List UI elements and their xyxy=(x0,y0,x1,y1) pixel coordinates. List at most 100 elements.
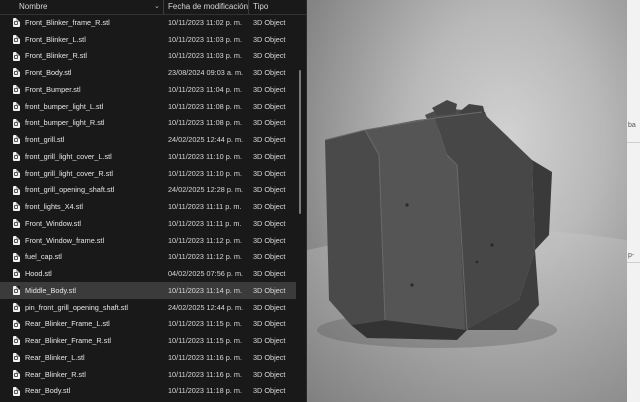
background-window-text: ba xyxy=(628,122,636,129)
file-name: front_bumper_light_R.stl xyxy=(25,118,105,128)
model-preview-pane[interactable] xyxy=(307,0,627,402)
file-modified-date: 10/11/2023 11:08 p. m. xyxy=(168,101,242,111)
file-type: 3D Object xyxy=(253,352,286,362)
file-3d-icon xyxy=(13,152,20,161)
file-name: Middle_Body.stl xyxy=(25,285,76,295)
file-type: 3D Object xyxy=(253,118,286,128)
file-name: Front_Blinker_frame_R.stl xyxy=(25,17,110,27)
file-row[interactable]: Rear_Body.stl 10/11/2023 11:18 p. m. 3D Ob… xyxy=(0,383,296,400)
file-3d-icon xyxy=(13,336,20,346)
file-row[interactable]: Front_Window_frame.stl 10/11/2023 11:12 p… xyxy=(0,232,296,249)
file-list: Front_Blinker_frame_R.stl 10/11/2023 11:0… xyxy=(0,14,296,399)
file-row[interactable]: Front_Blinker_R.stl 10/11/2023 11:03 p. m… xyxy=(0,48,296,65)
file-3d-icon xyxy=(13,252,20,262)
file-3d-icon xyxy=(13,68,20,78)
file-row[interactable]: front_grill_light_cover_L.stl 10/11/2023 … xyxy=(0,148,296,165)
background-window-text: p- xyxy=(628,252,635,259)
file-modified-date: 24/02/2025 12:44 p. m. xyxy=(168,135,244,145)
file-modified-date: 10/11/2023 11:04 p. m. xyxy=(168,84,242,94)
file-name: fuel_cap.stl xyxy=(25,252,62,262)
file-type: 3D Object xyxy=(253,51,286,61)
column-name-header[interactable]: Nombre xyxy=(19,2,159,14)
file-row[interactable]: Front_Bumper.stl 10/11/2023 11:04 p. m. 3D… xyxy=(0,81,296,98)
file-3d-icon xyxy=(13,319,20,329)
file-name: Front_Window.stl xyxy=(25,218,81,228)
chevron-down-icon[interactable]: ⌄ xyxy=(154,2,160,10)
file-type: 3D Object xyxy=(253,68,286,78)
file-type: 3D Object xyxy=(253,34,286,44)
file-type: 3D Object xyxy=(253,168,286,178)
file-modified-date: 10/11/2023 11:15 p. m. xyxy=(168,319,242,329)
file-row[interactable]: Rear_Blinker_Frame_R.stl 10/11/2023 11:15… xyxy=(0,332,296,349)
file-row[interactable]: front_lights_X4.stl 10/11/2023 11:11 p. m… xyxy=(0,198,296,215)
file-3d-icon xyxy=(13,219,20,228)
file-type: 3D Object xyxy=(253,386,286,396)
background-window-strip xyxy=(627,0,640,402)
file-row[interactable]: Hood.stl 04/02/2025 07:56 p. m. 3D Object xyxy=(0,265,296,282)
file-modified-date: 10/11/2023 11:12 p. m. xyxy=(168,235,242,245)
file-row[interactable]: Front_Blinker_L.stl 10/11/2023 11:03 p. m… xyxy=(0,31,296,48)
file-modified-date: 10/11/2023 11:15 p. m. xyxy=(168,336,242,346)
file-type: 3D Object xyxy=(253,101,286,111)
file-explorer: Nombre ⌄ Fecha de modificación Tipo Fron… xyxy=(0,0,307,402)
file-name: Front_Blinker_L.stl xyxy=(25,34,86,44)
file-modified-date: 10/11/2023 11:11 p. m. xyxy=(168,202,242,212)
file-3d-icon xyxy=(13,185,20,195)
file-row[interactable]: front_grill_light_cover_R.stl 10/11/2023 … xyxy=(0,165,296,182)
file-row[interactable]: Front_Body.stl 23/08/2024 09:03 a. m. 3D O… xyxy=(0,64,296,81)
file-row[interactable]: pin_front_grill_opening_shaft.stl 24/02/2… xyxy=(0,299,296,316)
file-name: Rear_Blinker_L.stl xyxy=(25,352,85,362)
file-modified-date: 10/11/2023 11:16 p. m. xyxy=(168,369,242,379)
file-modified-date: 10/11/2023 11:10 p. m. xyxy=(168,168,242,178)
column-header: Nombre ⌄ Fecha de modificación Tipo xyxy=(0,0,306,15)
file-modified-date: 04/02/2025 07:56 p. m. xyxy=(168,269,244,279)
file-row[interactable]: front_bumper_light_R.stl 10/11/2023 11:08… xyxy=(0,115,296,132)
file-row[interactable]: Rear_Blinker_L.stl 10/11/2023 11:16 p. m.… xyxy=(0,349,296,366)
file-name: pin_front_grill_opening_shaft.stl xyxy=(25,302,129,312)
file-modified-date: 10/11/2023 11:18 p. m. xyxy=(168,386,242,396)
file-modified-date: 24/02/2025 12:44 p. m. xyxy=(168,302,244,312)
file-type: 3D Object xyxy=(253,252,286,262)
file-3d-icon xyxy=(13,168,20,178)
file-name: Front_Window_frame.stl xyxy=(25,235,105,245)
file-type: 3D Object xyxy=(253,84,286,94)
file-type: 3D Object xyxy=(253,302,286,312)
file-type: 3D Object xyxy=(253,319,286,329)
file-modified-date: 23/08/2024 09:03 a. m. xyxy=(168,68,244,78)
file-modified-date: 10/11/2023 11:02 p. m. xyxy=(168,17,242,27)
file-row[interactable]: front_bumper_light_L.stl 10/11/2023 11:08… xyxy=(0,98,296,115)
file-modified-date: 10/11/2023 11:03 p. m. xyxy=(168,34,242,44)
file-name: Front_Body.stl xyxy=(25,68,72,78)
file-row[interactable]: Middle_Body.stl 10/11/2023 11:14 p. m. 3D … xyxy=(0,282,296,299)
file-modified-date: 10/11/2023 11:08 p. m. xyxy=(168,118,242,128)
scrollbar-thumb[interactable] xyxy=(299,70,301,214)
file-name: Rear_Body.stl xyxy=(25,386,71,396)
file-name: front_grill_light_cover_L.stl xyxy=(25,151,112,161)
file-3d-icon xyxy=(13,101,20,111)
model-preview-render xyxy=(307,100,627,402)
file-name: front_lights_X4.stl xyxy=(25,202,84,212)
column-type-header[interactable]: Tipo xyxy=(253,2,268,14)
file-name: Hood.stl xyxy=(25,269,52,279)
file-row[interactable]: front_grill_opening_shaft.stl 24/02/2025 … xyxy=(0,182,296,199)
file-row[interactable]: Rear_Blinker_R.stl 10/11/2023 11:16 p. m.… xyxy=(0,366,296,383)
file-row[interactable]: fuel_cap.stl 10/11/2023 11:12 p. m. 3D Obj… xyxy=(0,249,296,266)
column-divider[interactable] xyxy=(248,0,249,14)
column-date-header[interactable]: Fecha de modificación xyxy=(168,2,248,14)
file-type: 3D Object xyxy=(253,151,286,161)
file-modified-date: 24/02/2025 12:28 p. m. xyxy=(168,185,244,195)
file-type: 3D Object xyxy=(253,185,286,195)
file-row[interactable]: Front_Blinker_frame_R.stl 10/11/2023 11:0… xyxy=(0,14,296,31)
file-3d-icon xyxy=(13,386,20,396)
file-3d-icon xyxy=(13,353,20,362)
file-row[interactable]: front_grill.stl 24/02/2025 12:44 p. m. 3D … xyxy=(0,131,296,148)
file-3d-icon xyxy=(13,302,20,312)
file-3d-icon xyxy=(13,369,20,379)
file-type: 3D Object xyxy=(253,336,286,346)
file-name: Front_Blinker_R.stl xyxy=(25,51,88,61)
file-row[interactable]: Front_Window.stl 10/11/2023 11:11 p. m. 3D… xyxy=(0,215,296,232)
file-type: 3D Object xyxy=(253,202,286,212)
file-row[interactable]: Rear_Blinker_Frame_L.stl 10/11/2023 11:15… xyxy=(0,316,296,333)
column-divider[interactable] xyxy=(163,0,164,14)
file-3d-icon xyxy=(13,135,20,145)
